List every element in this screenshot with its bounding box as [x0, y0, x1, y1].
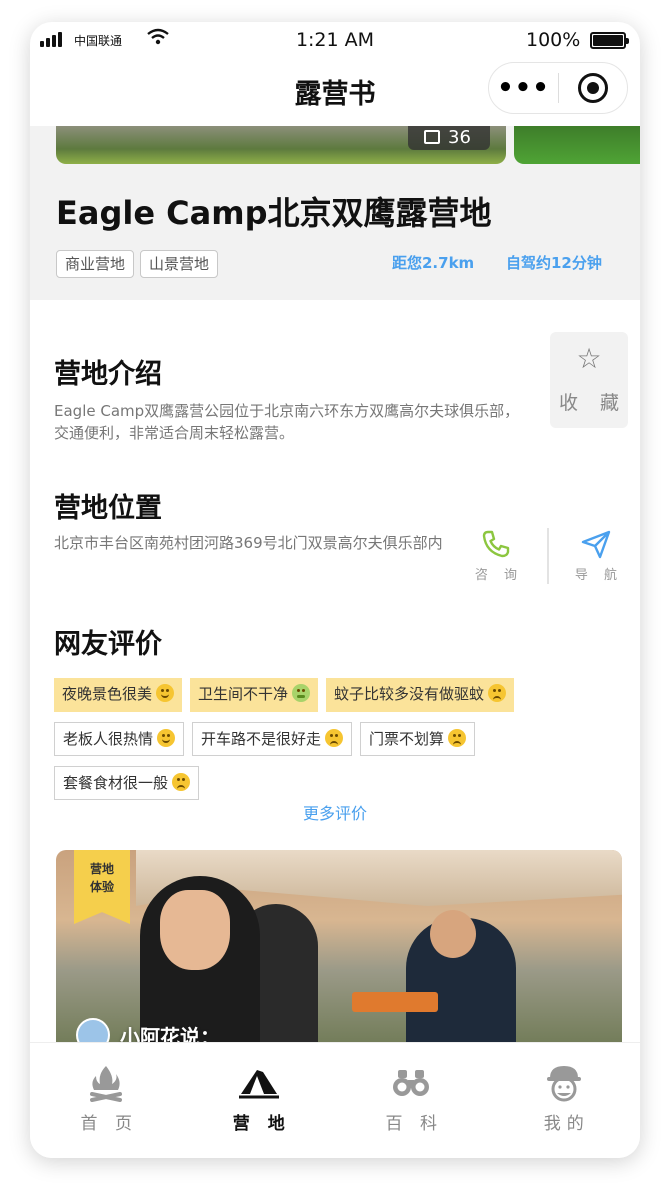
- close-miniprogram-button[interactable]: [559, 73, 627, 103]
- review-tag[interactable]: 夜晚景色很美: [54, 678, 183, 712]
- call-button[interactable]: 咨 询: [466, 528, 526, 583]
- sick-face-icon: [292, 684, 311, 702]
- sad-face-icon: [448, 729, 467, 747]
- review-tag[interactable]: 门票不划算: [360, 722, 476, 756]
- camp-detail-content: 营地介绍 Eagle Camp双鹰露营公园位于北京南六环东方双鹰高尔夫球俱乐部，…: [30, 300, 640, 1050]
- review-tags: 夜晚景色很美 卫生间不干净 蚊子比较多没有做驱蚊 老板人很热情 开车路不是很好走…: [54, 678, 614, 810]
- image-icon: [424, 130, 440, 144]
- story-badge: 营地 体验: [74, 850, 130, 924]
- intro-title: 营地介绍: [54, 359, 162, 390]
- star-icon: ☆: [576, 342, 602, 375]
- status-bar: 中国联通 1:21 AM 100%: [30, 22, 640, 58]
- story-photo-face: [160, 890, 230, 970]
- target-icon: [577, 73, 608, 103]
- phone-icon: [466, 528, 526, 560]
- action-divider: [547, 528, 549, 584]
- story-photo-face: [430, 910, 476, 958]
- phone-screen: 中国联通 1:21 AM 100% 露营书 ••• 36 Eagle Camp北…: [30, 22, 640, 1158]
- reviews-title: 网友评价: [54, 629, 162, 660]
- tent-icon: [183, 1063, 336, 1103]
- camp-tags: 商业营地 山景营地: [56, 250, 219, 278]
- tab-label: 首 页: [80, 1114, 138, 1134]
- camp-header: 36 Eagle Camp北京双鹰露营地 商业营地 山景营地 距您2.7km 自…: [30, 126, 640, 300]
- more-reviews-link[interactable]: 更多评价: [30, 800, 640, 824]
- battery-percent: 100%: [526, 29, 581, 51]
- tab-label: 我的: [543, 1114, 590, 1134]
- story-photo-grill: [352, 992, 438, 1012]
- happy-face-icon: [156, 684, 175, 702]
- review-tag[interactable]: 开车路不是很好走: [192, 722, 353, 756]
- navigate-label: 导 航: [574, 568, 624, 583]
- review-tag[interactable]: 卫生间不干净: [190, 678, 319, 712]
- review-tag[interactable]: 套餐食材很一般: [54, 766, 200, 800]
- tab-bar: 首 页 营 地 百 科 我的: [30, 1042, 640, 1158]
- happy-face-icon: [157, 729, 176, 747]
- tab-camp[interactable]: 营 地: [183, 1043, 336, 1158]
- binoculars-icon: [335, 1063, 488, 1103]
- favorite-label: 收 藏: [558, 392, 628, 414]
- nav-bar: 露营书 •••: [30, 58, 640, 126]
- camp-name: Eagle Camp北京双鹰露营地: [56, 194, 492, 232]
- camp-tag: 山景营地: [140, 250, 219, 278]
- distance-label: 距您2.7km: [392, 254, 475, 272]
- review-tag[interactable]: 老板人很热情: [54, 722, 185, 756]
- camp-photo-carousel[interactable]: 36: [56, 126, 506, 164]
- sad-face-icon: [172, 773, 191, 791]
- photo-count-badge[interactable]: 36: [408, 126, 490, 150]
- mini-program-capsule: •••: [488, 62, 628, 114]
- tab-label: 营 地: [232, 1114, 291, 1134]
- battery-icon: [590, 32, 629, 49]
- location-title: 营地位置: [54, 493, 162, 524]
- more-menu-button[interactable]: •••: [489, 62, 558, 114]
- review-row: 夜晚景色很美 卫生间不干净 蚊子比较多没有做驱蚊: [54, 678, 614, 712]
- campfire-icon: [30, 1063, 183, 1103]
- drive-time-label: 自驾约12分钟: [506, 254, 602, 272]
- tab-label: 百 科: [385, 1114, 443, 1134]
- sad-face-icon: [325, 729, 344, 747]
- navigate-button[interactable]: 导 航: [566, 528, 626, 583]
- tab-profile[interactable]: 我的: [488, 1043, 641, 1158]
- photo-count: 36: [448, 127, 471, 148]
- call-label: 咨 询: [474, 568, 524, 583]
- favorite-button[interactable]: ☆ 收 藏: [550, 332, 628, 428]
- camp-tag: 商业营地: [56, 250, 135, 278]
- tab-wiki[interactable]: 百 科: [335, 1043, 488, 1158]
- tab-home[interactable]: 首 页: [30, 1043, 183, 1158]
- review-row: 老板人很热情 开车路不是很好走 门票不划算: [54, 722, 614, 756]
- review-tag[interactable]: 蚊子比较多没有做驱蚊: [326, 678, 515, 712]
- camp-photo-next[interactable]: [514, 126, 640, 164]
- navigation-arrow-icon: [566, 528, 626, 560]
- review-row: 套餐食材很一般: [54, 766, 614, 800]
- location-address: 北京市丰台区南苑村团河路369号北门双景高尔夫俱乐部内: [54, 534, 443, 552]
- sad-face-icon: [488, 684, 507, 702]
- explorer-avatar-icon: [488, 1063, 641, 1103]
- camp-story-card[interactable]: 营地 体验 小阿花说：: [56, 850, 622, 1050]
- intro-text: Eagle Camp双鹰露营公园位于北京南六环东方双鹰高尔夫球俱乐部，交通便利，…: [54, 402, 520, 442]
